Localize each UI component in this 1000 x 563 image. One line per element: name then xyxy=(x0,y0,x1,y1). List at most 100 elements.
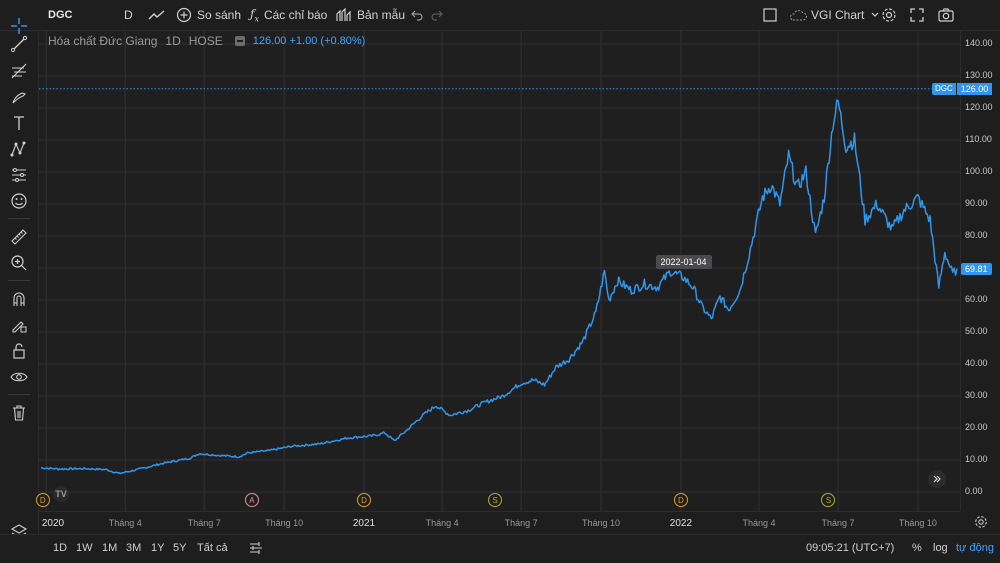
legend-name: Hóa chất Đức Giang xyxy=(48,34,158,48)
layout-name: VGI Chart xyxy=(811,8,865,22)
symbol-tag-label: DGC xyxy=(935,83,953,93)
calendar-range-icon xyxy=(250,542,262,554)
legend-interval: 1D xyxy=(165,34,181,48)
range-button[interactable]: 1W xyxy=(76,542,93,554)
undo-icon xyxy=(411,10,423,21)
compare-button[interactable]: So sánh xyxy=(176,0,241,30)
emoji-tool[interactable] xyxy=(9,191,29,211)
double-chevron-right-icon xyxy=(933,475,941,483)
scroll-to-realtime-button[interactable] xyxy=(928,470,946,488)
interval-button[interactable]: D xyxy=(124,0,133,30)
templates-button[interactable]: Bản mẫu xyxy=(336,0,405,30)
time-tick-label: Tháng 10 xyxy=(582,518,621,528)
price-tick-label: 40.00 xyxy=(965,358,988,368)
range-button[interactable]: 1Y xyxy=(151,542,164,554)
indicators-button[interactable]: ƒx Các chỉ báo xyxy=(250,0,327,30)
lock-tool[interactable] xyxy=(9,341,29,361)
brush-icon xyxy=(12,92,27,104)
zoom-tool[interactable] xyxy=(9,253,29,273)
ruler-icon xyxy=(11,229,27,245)
cloud-icon xyxy=(789,10,807,21)
event-marker[interactable]: A xyxy=(244,493,259,507)
fib-tool[interactable] xyxy=(9,61,29,81)
pencil-lock-icon xyxy=(12,321,27,333)
range-button[interactable]: 3M xyxy=(126,542,141,554)
lock-icon xyxy=(13,343,25,359)
forecast-tool[interactable] xyxy=(9,165,29,185)
chart-type-button[interactable] xyxy=(148,0,166,30)
time-tick-label: 2021 xyxy=(352,518,376,529)
time-tick-label: 2020 xyxy=(41,518,65,529)
price-tick-label: 30.00 xyxy=(965,390,988,400)
range-button[interactable]: 5Y xyxy=(173,542,186,554)
drawing-mode-tool[interactable] xyxy=(9,315,29,335)
top-toolbar: DGC D So sánh ƒx Các chỉ báo Bản mẫu VGI… xyxy=(0,0,1000,31)
time-tick-label: Tháng 7 xyxy=(504,518,538,528)
time-tick-label: 2022 xyxy=(669,518,693,529)
pattern-tool[interactable] xyxy=(9,139,29,159)
hide-series-icon[interactable] xyxy=(234,36,245,46)
event-marker[interactable]: D xyxy=(35,493,50,507)
date-range-button[interactable] xyxy=(249,541,263,558)
event-marker[interactable]: S xyxy=(488,493,503,507)
undo-button[interactable] xyxy=(410,0,424,30)
redo-icon xyxy=(431,10,443,21)
legend-change-pct: (+0.80%) xyxy=(320,35,366,47)
magnet-icon xyxy=(13,292,25,306)
toolbar-divider xyxy=(8,218,30,219)
chart-grid xyxy=(39,31,960,511)
dgc-series-line xyxy=(41,99,958,475)
event-marker[interactable]: D xyxy=(356,493,371,507)
bottom-toolbar: 1D 1W 1M 3M 1Y 5Y Tất cả 09:05:21 (UTC+7) % lo… xyxy=(0,534,1000,563)
delete-tool[interactable] xyxy=(9,403,29,423)
price-tick-label: 10.00 xyxy=(965,454,988,464)
price-tick-label: 50.00 xyxy=(965,326,988,336)
percent-scale-toggle[interactable]: % xyxy=(912,542,922,554)
time-scale-settings[interactable] xyxy=(974,515,988,532)
hide-tool[interactable] xyxy=(9,367,29,387)
expand-icon xyxy=(910,8,924,22)
line-chart-icon xyxy=(148,10,165,20)
crosshair-tool[interactable] xyxy=(9,16,29,36)
trend-line-tool[interactable] xyxy=(9,34,29,54)
text-tool[interactable] xyxy=(9,113,29,133)
smiley-icon xyxy=(11,193,27,209)
series-legend[interactable]: Hóa chất Đức Giang 1D HOSE 126.00 +1.00 … xyxy=(48,34,365,48)
range-button[interactable]: Tất cả xyxy=(197,542,228,554)
log-scale-toggle[interactable]: log xyxy=(933,542,948,554)
price-tick-label: 140.00 xyxy=(965,38,993,48)
brush-tool[interactable] xyxy=(9,87,29,107)
tv-logo: TV xyxy=(53,486,69,502)
fx-icon: ƒx xyxy=(250,6,259,24)
clock-display[interactable]: 09:05:21 (UTC+7) xyxy=(806,542,894,554)
time-scale[interactable]: 2020 Tháng 4 Tháng 7 Tháng 10 2021 Tháng 4 Thá… xyxy=(39,511,960,534)
event-marker[interactable]: D xyxy=(673,493,688,507)
settings-button[interactable] xyxy=(881,0,897,30)
magnet-tool[interactable] xyxy=(9,289,29,309)
range-button[interactable]: 1M xyxy=(102,542,117,554)
redo-button[interactable] xyxy=(430,0,444,30)
text-icon xyxy=(14,116,24,130)
fullscreen-button[interactable] xyxy=(910,0,924,30)
square-icon xyxy=(763,8,777,22)
fullscreen-checkbox[interactable] xyxy=(763,0,777,30)
auto-scale-toggle[interactable]: tự động xyxy=(956,542,994,554)
sliders-icon xyxy=(12,168,26,182)
time-tick-label: Tháng 7 xyxy=(187,518,221,528)
zoom-in-icon xyxy=(11,255,27,271)
price-tick-label: 90.00 xyxy=(965,198,988,208)
snapshot-button[interactable] xyxy=(938,0,954,30)
time-tick-label: Tháng 4 xyxy=(108,518,142,528)
gear-icon xyxy=(882,8,896,22)
legend-values: 126.00 +1.00 (+0.80%) xyxy=(253,35,366,47)
chart-pane[interactable]: TV xyxy=(39,31,960,511)
layout-menu-button[interactable]: VGI Chart xyxy=(788,0,880,30)
price-tick-label: 20.00 xyxy=(965,422,988,432)
time-tick-label: Tháng 10 xyxy=(265,518,304,528)
range-button[interactable]: 1D xyxy=(53,542,67,554)
indicators-label: Các chỉ báo xyxy=(263,8,328,22)
symbol-search-button[interactable]: DGC xyxy=(48,0,72,30)
chevron-down-icon xyxy=(871,12,879,17)
trend-line-icon xyxy=(10,35,28,53)
measure-tool[interactable] xyxy=(9,227,29,247)
